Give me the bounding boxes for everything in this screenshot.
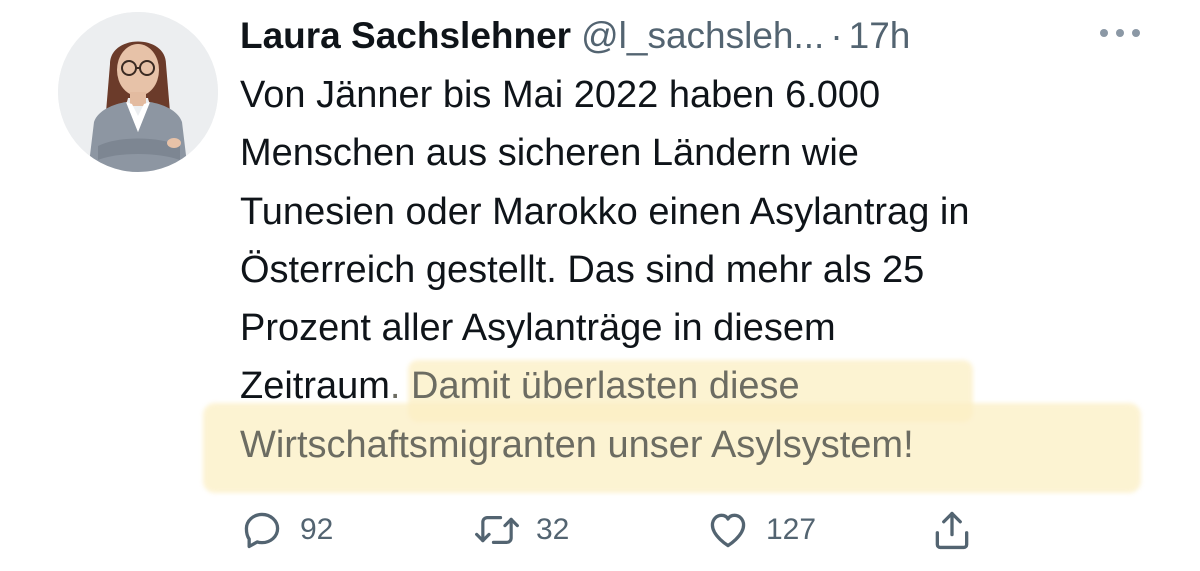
author-display-name[interactable]: Laura Sachslehner [240,15,571,57]
more-horizontal-icon [1100,29,1140,37]
reply-count: 92 [300,513,334,546]
like-count: 127 [766,513,817,546]
reply-button[interactable]: 92 [240,504,333,556]
tweet-header: Laura Sachslehner @l_sachsleh... · 17h [240,8,910,64]
reply-icon [244,512,280,549]
share-button[interactable] [930,504,974,556]
tweet-text-line: Tunesien oder Marokko einen Asylantrag i… [240,190,970,233]
highlighted-text-line: Wirtschaftsmigranten unser Asylsystem! [240,423,914,466]
author-avatar[interactable] [58,12,218,172]
more-options-button[interactable] [1095,18,1145,48]
retweet-button[interactable]: 32 [474,504,569,556]
tweet-actions: 92 32 127 [240,504,1000,556]
highlighted-text-segment: . Damit überlasten diese [389,365,800,408]
tweet-timestamp[interactable]: 17h [849,15,911,57]
share-icon [935,511,969,550]
retweet-count: 32 [536,513,570,546]
time-separator: · [830,15,843,56]
heart-icon [710,513,746,548]
retweet-icon [475,516,519,544]
tweet-text-line: Österreich gestellt. Das sind mehr als 2… [240,248,925,291]
tweet-text-line: Von Jänner bis Mai 2022 haben 6.000 [240,74,881,116]
tweet-text-line: Zeitraum. Damit überlasten diese [240,357,1160,415]
tweet-text-line: Menschen aus sicheren Ländern wie [240,132,859,175]
tweet-text-segment: Zeitraum [240,365,390,408]
author-handle[interactable]: @l_sachsleh... [581,15,824,57]
tweet: Laura Sachslehner @l_sachsleh... · 17h V… [0,0,1200,571]
like-button[interactable]: 127 [706,504,816,556]
tweet-text-line: Prozent aller Asylanträge in diesem [240,307,836,350]
tweet-text: Von Jänner bis Mai 2022 haben 6.000 Mens… [240,66,1160,474]
profile-photo-icon [58,12,218,172]
